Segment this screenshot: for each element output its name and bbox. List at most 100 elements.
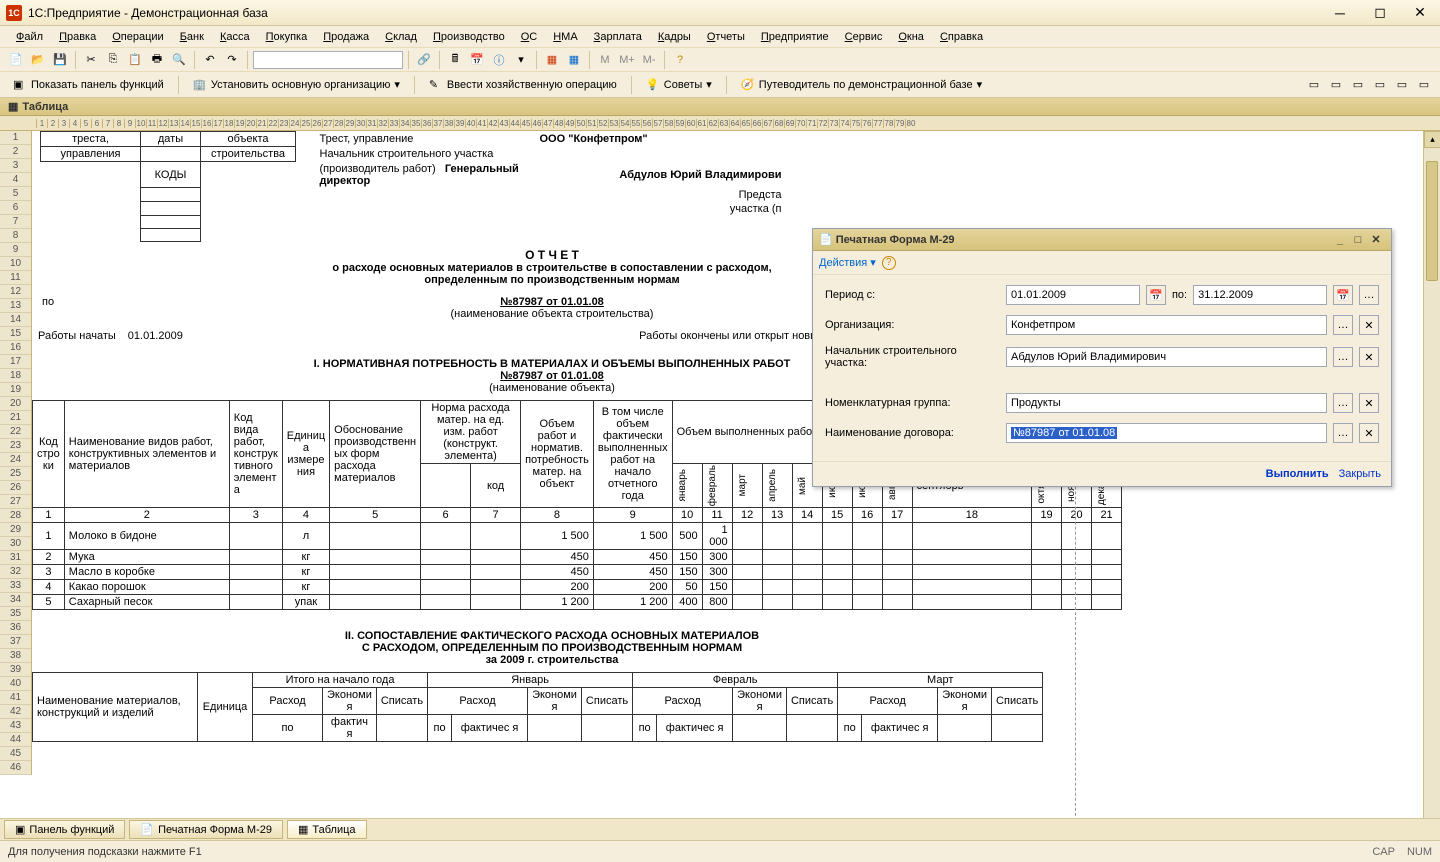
enter-op-button[interactable]: ✎ Ввести хозяйственную операцию	[422, 75, 624, 95]
chart-icon[interactable]: ▦	[564, 50, 584, 70]
window-mgmt-icon[interactable]: ▭	[1370, 75, 1390, 95]
menu-windows[interactable]: Окна	[890, 29, 932, 45]
guide-button[interactable]: 🧭 Путеводитель по демонстрационной базе …	[734, 75, 989, 95]
open-icon[interactable]: 📂	[28, 50, 48, 70]
select-button[interactable]: …	[1333, 315, 1353, 335]
scroll-up-icon[interactable]: ▴	[1424, 131, 1440, 148]
menu-os[interactable]: ОС	[513, 29, 546, 45]
window-mgmt-icon[interactable]: ▭	[1326, 75, 1346, 95]
save-icon[interactable]: 💾	[50, 50, 70, 70]
calc-icon[interactable]: 🖩	[445, 50, 465, 70]
menu-salary[interactable]: Зарплата	[586, 29, 650, 45]
menu-warehouse[interactable]: Склад	[377, 29, 425, 45]
menu-file[interactable]: Файл	[8, 29, 51, 45]
menu-hr[interactable]: Кадры	[650, 29, 699, 45]
redo-icon[interactable]: ↷	[222, 50, 242, 70]
table-row: 2Мукакг450450150300	[33, 550, 1122, 565]
menu-kassa[interactable]: Касса	[212, 29, 258, 45]
task-table[interactable]: ▦Таблица	[287, 820, 367, 839]
menu-help[interactable]: Справка	[932, 29, 991, 45]
dialog-close-button[interactable]: ✕	[1367, 232, 1385, 248]
grid-icon[interactable]: ▦	[542, 50, 562, 70]
chevron-down-icon: ▾	[977, 78, 983, 91]
link-icon[interactable]: 🔗	[414, 50, 434, 70]
execute-button[interactable]: Выполнить	[1266, 468, 1329, 480]
period-to-input[interactable]	[1193, 285, 1327, 305]
set-org-button[interactable]: 🏢 Установить основную организацию ▾	[186, 75, 407, 95]
window-mgmt-icon[interactable]: ▭	[1414, 75, 1434, 95]
menubar: Файл Правка Операции Банк Касса Покупка …	[0, 26, 1440, 48]
calendar-icon[interactable]: 📅	[467, 50, 487, 70]
clear-button[interactable]: ✕	[1359, 423, 1379, 443]
contract-label: Наименование договора:	[825, 427, 1000, 439]
org-input[interactable]	[1006, 315, 1327, 335]
search-input[interactable]	[253, 51, 403, 69]
toolbar-main: 📄 📂 💾 ✂ ⎘ 📋 🖶 🔍 ↶ ↷ 🔗 🖩 📅 ⓘ ▾ ▦ ▦ M M+ M…	[0, 48, 1440, 72]
dialog-minimize-button[interactable]: _	[1331, 232, 1349, 248]
m-icon[interactable]: M	[595, 50, 615, 70]
calendar-icon[interactable]: 📅	[1333, 285, 1353, 305]
maximize-button[interactable]: ◻	[1366, 3, 1394, 23]
task-m29[interactable]: 📄Печатная Форма М-29	[129, 820, 283, 839]
menu-operations[interactable]: Операции	[104, 29, 171, 45]
task-panel[interactable]: ▣Панель функций	[4, 820, 125, 839]
calendar-icon[interactable]: 📅	[1146, 285, 1166, 305]
paste-icon[interactable]: 📋	[125, 50, 145, 70]
find-icon[interactable]: 🔍	[169, 50, 189, 70]
mminus-icon[interactable]: M-	[639, 50, 659, 70]
toolbar-secondary: ▣ Показать панель функций 🏢 Установить о…	[0, 72, 1440, 98]
head-input[interactable]	[1006, 347, 1327, 367]
menu-reports[interactable]: Отчеты	[699, 29, 753, 45]
tips-button[interactable]: 💡 Советы ▾	[639, 75, 719, 95]
clear-button[interactable]: ✕	[1359, 315, 1379, 335]
mplus-icon[interactable]: M+	[617, 50, 637, 70]
help-icon[interactable]: ?	[882, 256, 896, 270]
info-icon[interactable]: ⓘ	[489, 50, 509, 70]
minimize-button[interactable]: ─	[1326, 3, 1354, 23]
dropdown-icon[interactable]: ▾	[511, 50, 531, 70]
contract-input[interactable]: №87987 от 01.01.08	[1006, 423, 1327, 443]
select-button[interactable]: …	[1333, 393, 1353, 413]
period-from-input[interactable]	[1006, 285, 1140, 305]
window-mgmt-icon[interactable]: ▭	[1348, 75, 1368, 95]
undo-icon[interactable]: ↶	[200, 50, 220, 70]
help-icon[interactable]: ?	[670, 50, 690, 70]
form-icon: 📄	[819, 233, 833, 246]
caps-indicator: CAP	[1372, 846, 1395, 858]
document-tab[interactable]: ▦ Таблица	[0, 98, 1440, 116]
select-button[interactable]: …	[1333, 347, 1353, 367]
copy-icon[interactable]: ⎘	[103, 50, 123, 70]
menu-edit[interactable]: Правка	[51, 29, 104, 45]
window-taskbar: ▣Панель функций 📄Печатная Форма М-29 ▦Та…	[0, 818, 1440, 840]
period-to-label: по:	[1172, 289, 1187, 301]
menu-bank[interactable]: Банк	[172, 29, 212, 45]
dialog-maximize-button[interactable]: □	[1349, 232, 1367, 248]
menu-production[interactable]: Производство	[425, 29, 513, 45]
actions-dropdown[interactable]: Действия ▾	[819, 256, 876, 269]
menu-service[interactable]: Сервис	[837, 29, 891, 45]
dialog-titlebar[interactable]: 📄 Печатная Форма М-29 _ □ ✕	[813, 229, 1391, 251]
table-icon: ▦	[8, 100, 18, 113]
org-icon: 🏢	[193, 78, 207, 92]
section2-title: II. СОПОСТАВЛЕНИЕ ФАКТИЧЕСКОГО РАСХОДА О…	[32, 630, 1072, 642]
scroll-thumb[interactable]	[1426, 161, 1438, 281]
print-icon[interactable]: 🖶	[147, 50, 167, 70]
nom-input[interactable]	[1006, 393, 1327, 413]
menu-enterprise[interactable]: Предприятие	[753, 29, 837, 45]
select-button[interactable]: …	[1333, 423, 1353, 443]
close-button[interactable]: ✕	[1406, 3, 1434, 23]
window-mgmt-icon[interactable]: ▭	[1304, 75, 1324, 95]
clear-button[interactable]: ✕	[1359, 347, 1379, 367]
close-link[interactable]: Закрыть	[1339, 468, 1381, 480]
show-panel-button[interactable]: ▣ Показать панель функций	[6, 75, 171, 95]
window-mgmt-icon[interactable]: ▭	[1392, 75, 1412, 95]
period-select-button[interactable]: …	[1359, 285, 1379, 305]
cut-icon[interactable]: ✂	[81, 50, 101, 70]
menu-purchase[interactable]: Покупка	[258, 29, 316, 45]
menu-sale[interactable]: Продажа	[315, 29, 377, 45]
menu-nma[interactable]: НМА	[545, 29, 585, 45]
app-icon: 1C	[6, 5, 22, 21]
clear-button[interactable]: ✕	[1359, 393, 1379, 413]
new-icon[interactable]: 📄	[6, 50, 26, 70]
vertical-scrollbar[interactable]: ▴ ▾	[1423, 131, 1440, 859]
